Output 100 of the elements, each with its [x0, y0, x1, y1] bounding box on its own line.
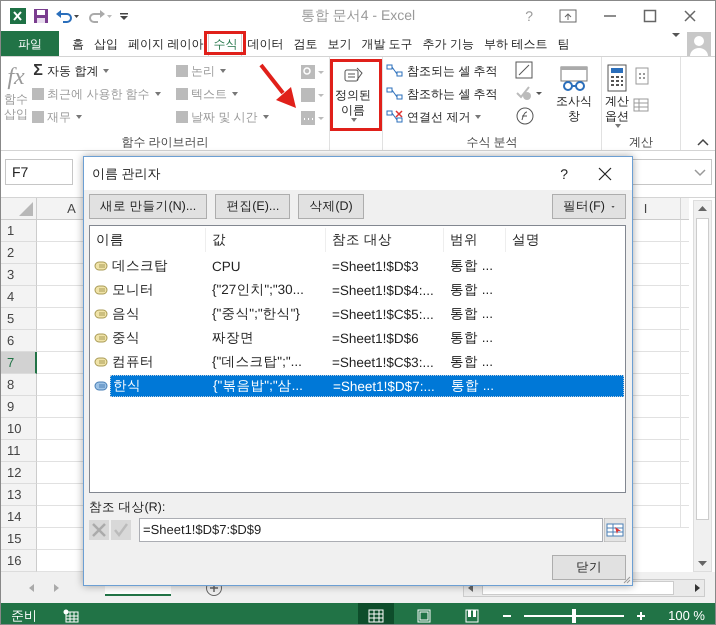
row-header[interactable]: 4 — [1, 286, 37, 308]
dialog-button[interactable]: 삭제(D) — [298, 194, 364, 219]
highlight-box — [330, 59, 382, 131]
check-icon[interactable] — [111, 520, 131, 540]
scroll-thumb[interactable] — [696, 218, 710, 520]
row-header[interactable]: 13 — [1, 484, 37, 506]
function-category-icon — [176, 88, 188, 100]
excel-logo-icon — [9, 7, 27, 25]
caret-icon[interactable] — [671, 31, 681, 39]
name-tag-icon — [94, 357, 108, 367]
column-header[interactable] — [681, 198, 690, 220]
expand-icon[interactable] — [693, 167, 707, 177]
calculator-icon[interactable] — [633, 66, 651, 86]
group-label: 수식 분석 — [466, 134, 518, 150]
name-row[interactable]: 중식 짜장면 =Sheet1!$D$6 통합 ... — [110, 327, 624, 349]
close-button[interactable]: 닫기 — [552, 555, 626, 580]
function-category-icon — [32, 111, 44, 123]
range-picker-icon[interactable] — [604, 518, 626, 542]
row-header[interactable]: 3 — [1, 264, 37, 286]
more-functions-icon[interactable] — [300, 109, 326, 127]
customize-toolbar-icon[interactable] — [119, 10, 129, 22]
macro-record-icon[interactable] — [63, 608, 79, 622]
name-row[interactable]: 컴퓨터 {"데스크탑";"... =Sheet1!$C$3:... 통합 ... — [110, 351, 624, 373]
refers-to-label: 참조 대상(R): — [89, 499, 166, 516]
name-box[interactable]: F7 — [5, 159, 73, 185]
caret-icon — [76, 115, 82, 119]
row-header[interactable]: 1 — [1, 220, 37, 242]
function-category-button[interactable]: Σ 자동 합계 — [32, 60, 172, 82]
row-header[interactable]: 9 — [1, 396, 37, 418]
row-header[interactable]: 16 — [1, 550, 37, 572]
ribbon-tab[interactable]: 홈 — [67, 31, 89, 56]
row-header[interactable]: 2 — [1, 242, 37, 264]
maximize-icon[interactable] — [643, 9, 657, 23]
row-header[interactable]: 8 — [1, 374, 37, 396]
evaluate-formula-icon[interactable] — [514, 106, 536, 126]
cancel-icon[interactable] — [89, 520, 109, 540]
zoom-level[interactable]: 100 % — [668, 608, 705, 623]
name-row[interactable]: 데스크탑 CPU =Sheet1!$D$3 통합 ... — [110, 255, 624, 277]
auditing-button[interactable]: 참조하는 셀 추적 — [386, 83, 510, 105]
column-header[interactable]: 범위 — [444, 228, 506, 252]
row-header[interactable]: 6 — [1, 330, 37, 352]
row-header[interactable]: 12 — [1, 462, 37, 484]
row-header[interactable]: 5 — [1, 308, 37, 330]
column-header[interactable]: 참조 대상 — [326, 228, 444, 252]
row-header[interactable]: 10 — [1, 418, 37, 440]
trace-arrows-icon — [386, 86, 404, 102]
caret-icon — [475, 115, 482, 119]
refers-to-field[interactable]: =Sheet1!$D$7:$D$9 — [139, 518, 603, 542]
ribbon-tab[interactable]: 팀 — [552, 31, 574, 56]
normal-view-button[interactable] — [358, 603, 394, 624]
vertical-scrollbar[interactable] — [693, 200, 712, 572]
help-button[interactable]: ? — [560, 166, 568, 182]
next-sheet-icon[interactable] — [51, 582, 61, 592]
file-tab[interactable]: 파일 — [1, 31, 59, 56]
ribbon-display-icon[interactable] — [559, 9, 577, 23]
auditing-button[interactable]: 참조되는 셀 추적 — [386, 60, 510, 82]
dialog-button[interactable]: 편집(E)... — [215, 194, 290, 219]
column-header[interactable]: 값 — [206, 228, 326, 252]
ribbon-tab[interactable]: 개발 도구 — [356, 31, 418, 56]
group-label: 계산 — [629, 134, 653, 150]
close-icon[interactable] — [598, 166, 612, 180]
highlight-box — [204, 31, 246, 55]
row-header[interactable]: 7 — [1, 352, 37, 374]
filter-button[interactable]: 필터(F) — [552, 194, 626, 219]
defined-names-button[interactable]: 정의된 이름 — [333, 60, 373, 150]
ribbon-tab[interactable]: 검토 — [288, 31, 322, 56]
redo-icon[interactable] — [87, 8, 113, 24]
page-break-icon — [464, 608, 480, 622]
ribbon-tab[interactable]: 페이지 레이아 — [123, 31, 208, 56]
zoom-in-icon[interactable] — [636, 610, 646, 620]
resize-grip-icon[interactable] — [621, 574, 631, 584]
name-row[interactable]: 한식 {"볶음밥";"삼... =Sheet1!$D$7:... 통합 ... — [110, 375, 624, 397]
math-function-icon[interactable] — [300, 86, 326, 104]
ribbon-tab[interactable]: 보기 — [322, 31, 356, 56]
dialog-button[interactable]: 새로 만들기(N)... — [89, 194, 208, 219]
name-row[interactable]: 음식 {"중식";"한식"} =Sheet1!$C$5:... 통합 ... — [110, 303, 624, 325]
ribbon-tab[interactable]: 데이터 — [242, 31, 288, 56]
caret-icon — [220, 69, 226, 73]
column-header[interactable]: 설명 — [506, 228, 616, 252]
undo-icon[interactable] — [55, 8, 81, 24]
auditing-button[interactable]: 연결선 제거 — [386, 106, 510, 128]
row-header[interactable]: 11 — [1, 440, 37, 462]
lookup-function-icon[interactable] — [300, 63, 326, 81]
calculation-options-button[interactable]: 계산 옵션 — [605, 60, 629, 134]
column-header[interactable]: 이름 — [90, 228, 206, 252]
calculator-icon — [606, 64, 628, 92]
collapse-ribbon-icon[interactable] — [697, 138, 709, 146]
window-title: 통합 문서4 - Excel — [300, 7, 416, 25]
user-avatar-icon[interactable] — [687, 32, 711, 56]
watch-window-button[interactable]: 조사식 창 — [552, 60, 596, 134]
previous-sheet-icon[interactable] — [27, 582, 37, 592]
ribbon-tab[interactable]: 부하 테스트 — [479, 31, 552, 56]
select-all-button[interactable] — [1, 198, 37, 220]
save-icon[interactable] — [33, 8, 49, 24]
status-text: 준비 — [11, 606, 37, 624]
ribbon-tab[interactable]: 추가 기능 — [418, 31, 480, 56]
ribbon-tab[interactable]: 삽입 — [89, 31, 123, 56]
row-header[interactable]: 15 — [1, 528, 37, 550]
name-row[interactable]: 모니터 {"27인치";"30... =Sheet1!$D$4:... 통합 ... — [110, 279, 624, 301]
row-header[interactable]: 14 — [1, 506, 37, 528]
